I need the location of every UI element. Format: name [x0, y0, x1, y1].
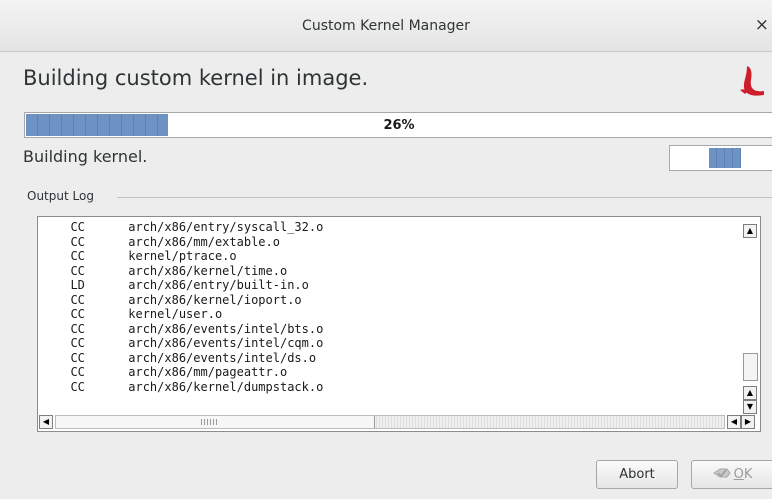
title-bar[interactable]: Custom Kernel Manager ×: [0, 0, 772, 52]
scroll-up-arrow-icon[interactable]: ▲: [743, 386, 757, 400]
log-line: CC arch/x86/mm/pageattr.o: [56, 365, 288, 379]
log-line: CC arch/x86/kernel/time.o: [56, 263, 288, 278]
ok-label-rest: K: [743, 467, 753, 482]
red-hat-logo-icon: [740, 66, 764, 96]
log-line: CC kernel/ptrace.o: [56, 249, 237, 263]
frame-divider: [117, 197, 772, 198]
ok-mnemonic: O: [733, 467, 744, 482]
vertical-scrollbar[interactable]: ▲ ▲ ▼: [742, 220, 758, 414]
progress-percent: 26%: [383, 118, 415, 133]
abort-button[interactable]: Abort: [596, 460, 678, 489]
log-line: CC kernel/user.o: [56, 307, 223, 321]
close-icon[interactable]: ×: [755, 15, 769, 35]
window-title: Custom Kernel Manager: [302, 18, 470, 34]
log-line: CC arch/x86/events/intel/bts.o: [56, 321, 324, 336]
horizontal-scrollbar[interactable]: ◀ ◀ ▶: [39, 415, 759, 429]
pulse-indicator: [709, 148, 741, 168]
output-log-label: Output Log: [27, 189, 97, 203]
output-log-panel: CC arch/x86/entry/syscall_32.o CC arch/x…: [37, 216, 761, 432]
grip-icon: [201, 419, 219, 425]
activity-pulse-bar: [669, 145, 772, 171]
page-heading: Building custom kernel in image.: [23, 66, 369, 90]
horizontal-scroll-thumb[interactable]: [56, 416, 375, 428]
vertical-scroll-thumb[interactable]: [743, 353, 758, 381]
log-line: CC arch/x86/events/intel/cqm.o: [56, 336, 324, 350]
log-line: CC arch/x86/kernel/dumpstack.o: [56, 379, 324, 394]
build-progress-bar: 26%: [24, 112, 772, 138]
scroll-down-arrow-icon[interactable]: ▼: [743, 400, 757, 414]
log-line: CC arch/x86/mm/extable.o: [56, 234, 280, 249]
output-log-text: CC arch/x86/entry/syscall_32.o CC arch/x…: [56, 220, 736, 412]
log-line: CC arch/x86/entry/syscall_32.o: [56, 220, 324, 234]
ok-button[interactable]: OK: [691, 460, 772, 489]
log-line: LD arch/x86/entry/built-in.o: [56, 278, 309, 292]
status-text: Building kernel.: [23, 147, 148, 166]
log-line: CC arch/x86/kernel/ioport.o: [56, 292, 302, 307]
log-line: CC arch/x86/events/intel/ds.o: [56, 350, 317, 365]
scroll-left-arrow-icon[interactable]: ◀: [39, 415, 53, 429]
horizontal-scroll-track[interactable]: [55, 415, 725, 429]
scroll-left-arrow-icon[interactable]: ◀: [727, 415, 741, 429]
ok-check-icon: [712, 468, 731, 478]
scroll-up-arrow-icon[interactable]: ▲: [743, 224, 757, 238]
scroll-right-arrow-icon[interactable]: ▶: [741, 415, 755, 429]
